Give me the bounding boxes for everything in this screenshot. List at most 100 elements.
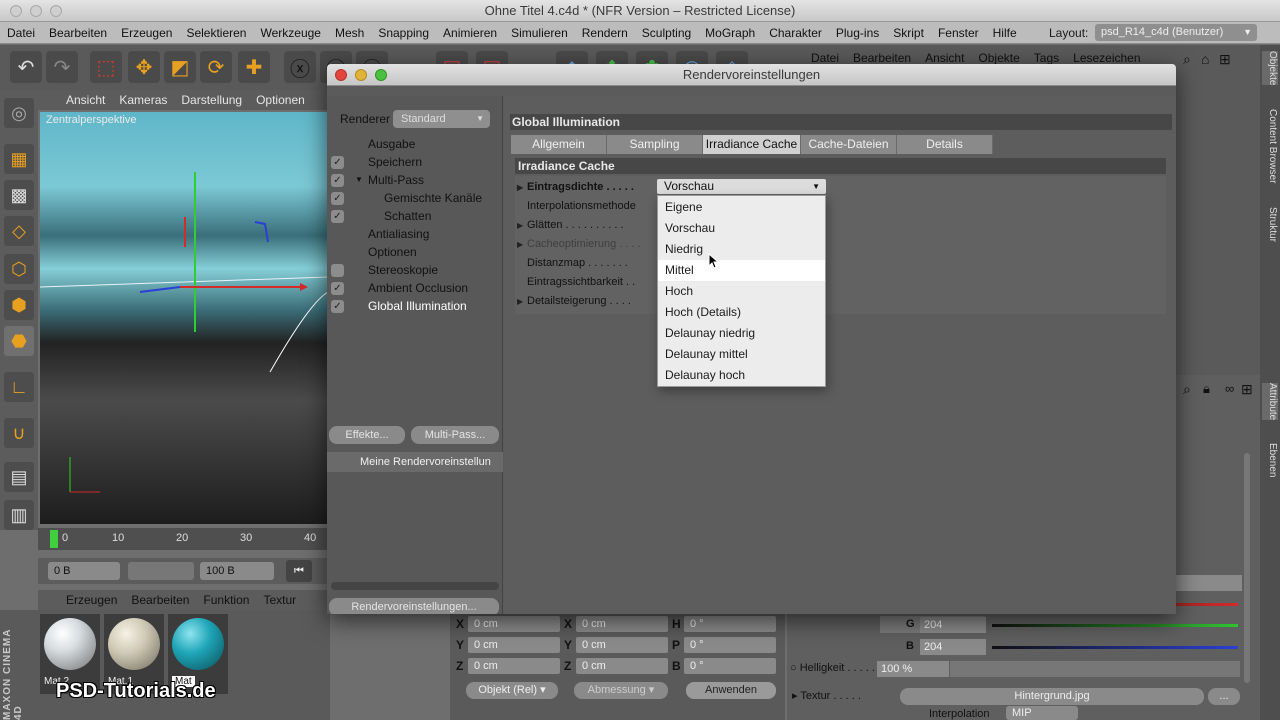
menu-item[interactable]: Erzeugen <box>114 26 179 40</box>
expand-arrow-icon[interactable]: ▼ <box>355 171 363 189</box>
density-option[interactable]: Vorschau <box>658 218 825 239</box>
interpolation-dropdown[interactable]: MIP <box>1006 706 1078 720</box>
minimize-window-button[interactable] <box>30 5 42 17</box>
material-menu-item[interactable]: Funktion <box>196 593 256 607</box>
size-mode-dropdown[interactable]: Abmessung ▾ <box>574 682 668 699</box>
menu-item[interactable]: MoGraph <box>698 26 762 40</box>
frame-range-slider[interactable] <box>128 562 194 580</box>
object-menu-item[interactable]: Lesezeichen <box>1066 51 1147 65</box>
menu-item[interactable]: Bearbeiten <box>42 26 114 40</box>
settings-item[interactable]: Ausgabe <box>327 135 503 153</box>
dialog-zoom-button[interactable] <box>375 69 387 81</box>
close-window-button[interactable] <box>10 5 22 17</box>
workplane-mode-icon[interactable]: ◇ <box>4 216 34 246</box>
redo-icon[interactable]: ↷ <box>46 51 78 83</box>
make-editable-icon[interactable]: ◎ <box>4 98 34 128</box>
expand-arrow-icon[interactable]: ▶ <box>517 183 527 192</box>
expand-icon[interactable]: ▸ <box>792 690 798 702</box>
preset-scrollbar[interactable] <box>331 582 499 590</box>
menu-item[interactable]: Datei <box>0 26 42 40</box>
rotation-field[interactable]: 0 ° <box>684 616 776 632</box>
texture-mode-icon[interactable]: ▩ <box>4 180 34 210</box>
checkbox-checked[interactable]: ✓ <box>331 210 344 223</box>
checkbox-checked[interactable]: ✓ <box>331 282 344 295</box>
zoom-window-button[interactable] <box>50 5 62 17</box>
radio-icon[interactable]: ○ <box>790 662 797 674</box>
settings-item[interactable]: Stereoskopie <box>327 261 503 279</box>
rotation-field[interactable]: 0 ° <box>684 637 776 653</box>
entry-density-dropdown[interactable]: Vorschau ▼ <box>657 179 826 194</box>
material-menu-item[interactable]: Erzeugen <box>38 593 124 607</box>
settings-item[interactable]: ✓ ▼ Multi-Pass <box>327 171 503 189</box>
checkbox-checked[interactable]: ✓ <box>331 300 344 313</box>
brightness-slider[interactable] <box>950 661 1240 677</box>
g-field[interactable]: 204 <box>920 617 986 633</box>
viewport-menu-item[interactable]: Kameras <box>112 93 174 107</box>
brightness-field[interactable]: 100 % <box>877 661 949 677</box>
object-menu-item[interactable]: Bearbeiten <box>846 51 918 65</box>
live-select-icon[interactable]: ⬚ <box>90 51 122 83</box>
gi-parameter[interactable]: Distanzmap . . . . . . . <box>517 257 628 269</box>
lock-workplane-icon[interactable]: ▤ <box>4 462 34 492</box>
start-frame-field[interactable]: 0 B <box>48 562 120 580</box>
expand-arrow-icon[interactable]: ▶ <box>517 240 527 249</box>
rotate-tool-icon[interactable]: ⟳ <box>200 51 232 83</box>
renderer-dropdown[interactable]: Standard ▼ <box>393 110 490 128</box>
dialog-minimize-button[interactable] <box>355 69 367 81</box>
tab-allgemein[interactable]: Allgemein <box>511 135 607 154</box>
tab-objects[interactable]: Objekte <box>1262 51 1278 86</box>
tab-layers[interactable]: Ebenen <box>1262 443 1278 477</box>
object-menu-item[interactable]: Ansicht <box>918 51 971 65</box>
settings-item[interactable]: Antialiasing <box>327 225 503 243</box>
settings-item[interactable]: ✓ Global Illumination <box>327 297 503 315</box>
material-menu-item[interactable]: Bearbeiten <box>124 593 196 607</box>
checkbox-checked[interactable]: ✓ <box>331 192 344 205</box>
menu-item[interactable]: Skript <box>886 26 931 40</box>
density-option[interactable]: Hoch (Details) <box>658 302 825 323</box>
model-mode-icon[interactable]: ▦ <box>4 144 34 174</box>
snap-magnet-icon[interactable]: ∪ <box>4 418 34 448</box>
preset-list-item[interactable]: Meine Rendervoreinstellun <box>327 452 503 472</box>
new-window-icon[interactable]: ⊞ <box>1241 381 1253 398</box>
x-axis-icon[interactable]: ⓧ <box>284 51 316 83</box>
menu-item[interactable]: Plug-ins <box>829 26 886 40</box>
blue-slider[interactable] <box>992 646 1238 649</box>
coordinate-mode-dropdown[interactable]: Objekt (Rel) ▾ <box>466 682 558 699</box>
position-field[interactable]: 0 cm <box>468 637 560 653</box>
position-field[interactable]: 0 cm <box>468 616 560 632</box>
settings-item[interactable]: ✓ Schatten <box>327 207 503 225</box>
gi-parameter[interactable]: ▶ Eintragsdichte . . . . . <box>517 181 634 193</box>
tab-sampling[interactable]: Sampling <box>607 135 703 154</box>
density-option[interactable]: Delaunay mittel <box>658 344 825 365</box>
menu-item[interactable]: Werkzeuge <box>253 26 327 40</box>
tab-details[interactable]: Details <box>897 135 993 154</box>
object-menu-item[interactable]: Datei <box>787 51 846 65</box>
polygons-mode-icon[interactable]: ⬣ <box>4 326 34 356</box>
apply-button[interactable]: Anwenden <box>686 682 776 699</box>
gi-parameter[interactable]: Eintragssichtbarkeit . . <box>517 276 635 288</box>
texture-file-button[interactable]: Hintergrund.jpg <box>900 688 1204 705</box>
material-menu-item[interactable]: Textur <box>256 593 303 607</box>
density-option[interactable]: Delaunay niedrig <box>658 323 825 344</box>
gi-parameter[interactable]: ▶ Cacheoptimierung . . . . <box>517 238 641 250</box>
layout-dropdown[interactable]: psd_R14_c4d (Benutzer) ▼ <box>1095 24 1257 41</box>
texture-browse-button[interactable]: ... <box>1208 688 1240 705</box>
settings-item[interactable]: ✓ Gemischte Kanäle <box>327 189 503 207</box>
viewport-menu-item[interactable]: Optionen <box>249 93 312 107</box>
density-option[interactable]: Delaunay hoch <box>658 365 825 386</box>
viewport-menu-item[interactable]: Darstellung <box>174 93 249 107</box>
settings-item[interactable]: ✓ Speichern <box>327 153 503 171</box>
menu-item[interactable]: Rendern <box>575 26 635 40</box>
menu-item[interactable]: Snapping <box>371 26 436 40</box>
grid-workplane-icon[interactable]: ▥ <box>4 500 34 530</box>
size-field[interactable]: 0 cm <box>576 658 668 674</box>
menu-item[interactable]: Charakter <box>762 26 829 40</box>
tab-attributes[interactable]: Attribute <box>1262 383 1278 421</box>
green-slider[interactable] <box>992 624 1238 627</box>
checkbox-checked[interactable]: ✓ <box>331 174 344 187</box>
timeline-ruler[interactable]: 0 10 20 30 40 <box>38 528 328 550</box>
menu-item[interactable]: Simulieren <box>504 26 575 40</box>
tab-irradiance-cache[interactable]: Irradiance Cache <box>703 135 801 154</box>
3d-viewport[interactable] <box>40 112 328 524</box>
render-settings-button[interactable]: Rendervoreinstellungen... <box>329 598 499 614</box>
